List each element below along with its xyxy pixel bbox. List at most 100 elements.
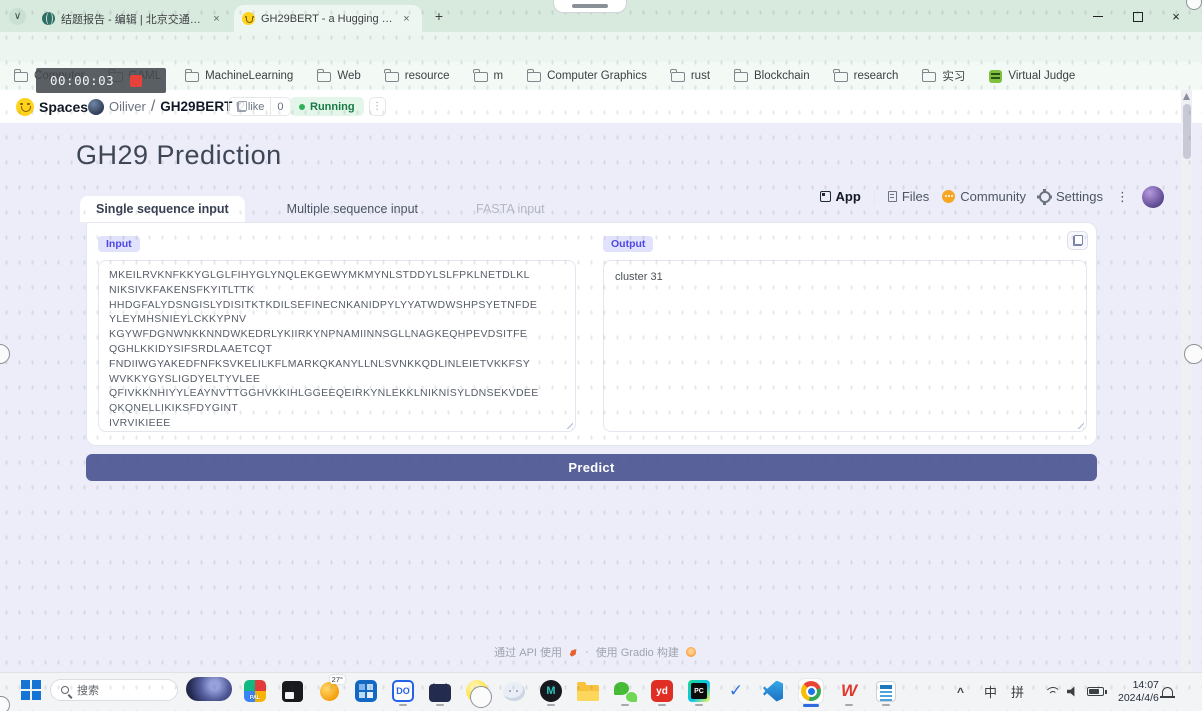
tab-strip-extension-icon[interactable]: ∨	[9, 8, 26, 25]
hf-more-menu[interactable]: ⋮	[1116, 189, 1129, 205]
file-explorer-icon[interactable]	[576, 679, 600, 703]
youdao-icon[interactable]: yd	[650, 679, 674, 703]
spaces-brand[interactable]: Spaces	[39, 99, 88, 115]
folder-icon	[317, 72, 331, 82]
ime-chinese-indicator[interactable]: 中	[984, 672, 997, 711]
start-button[interactable]	[21, 680, 41, 700]
built-with-gradio-link[interactable]: 使用 Gradio 构建	[596, 644, 679, 660]
cat-app-icon[interactable]	[428, 679, 452, 703]
cloud-app-icon[interactable]	[502, 679, 526, 703]
browser-tab-gh29bert[interactable]: GH29BERT - a Hugging Face ×	[234, 5, 422, 32]
status-badge[interactable]: Running	[290, 97, 364, 116]
bookmark-folder-rust[interactable]: rust	[671, 70, 710, 82]
bookmark-folder-computer-graphics[interactable]: Computer Graphics	[527, 70, 647, 82]
predict-button[interactable]: Predict	[86, 454, 1097, 481]
browser-tab-report[interactable]: 结题报告 - 编辑 | 北京交通大学 ×	[34, 5, 232, 32]
capture-app-icon[interactable]	[280, 679, 304, 703]
vscode-icon[interactable]	[761, 679, 785, 703]
ime-pinyin-indicator[interactable]: 拼	[1011, 672, 1024, 711]
resize-grip-icon[interactable]	[1075, 420, 1084, 429]
check-app-icon[interactable]: ✓	[724, 679, 748, 703]
huggingface-favicon-icon	[242, 12, 255, 25]
owner-name[interactable]: Oiliver	[109, 99, 146, 114]
output-value: cluster 31	[604, 261, 1086, 293]
rocket-icon	[567, 646, 580, 659]
tray-expand-button[interactable]: ^	[957, 672, 964, 711]
screen-recorder-overlay: 00:00:03	[36, 68, 166, 93]
sequence-input[interactable]: MKEILRVKNFKKYGLGLFIHYGLYNQLEKGEWYMKMYNLS…	[99, 261, 575, 431]
bookmark-folder-internship[interactable]: 实习	[922, 68, 965, 84]
bookmark-folder-blockchain[interactable]: Blockchain	[734, 70, 810, 82]
widgets-thumbnail[interactable]	[186, 677, 232, 701]
tab-close-icon[interactable]: ×	[209, 11, 224, 26]
input-box: MKEILRVKNFKKYGLGLFIHYGLYNQLEKGEWYMKMYNLS…	[98, 260, 576, 432]
bookmark-folder-research[interactable]: research	[834, 70, 899, 82]
copy-icon	[1073, 235, 1083, 246]
bookmark-folder-resource[interactable]: resource	[385, 70, 450, 82]
tab-fasta-input[interactable]: FASTA input	[460, 196, 561, 222]
wechat-icon[interactable]	[613, 679, 637, 703]
mail-app-icon[interactable]: M	[539, 679, 563, 703]
scrollbar-thumb[interactable]	[1183, 104, 1191, 159]
minimize-icon	[1093, 16, 1103, 18]
tab-app[interactable]: App	[820, 189, 861, 204]
store-app-icon[interactable]	[354, 679, 378, 703]
wifi-icon[interactable]	[1044, 672, 1059, 711]
bookmark-folder-web[interactable]: Web	[317, 70, 360, 82]
globe-favicon-icon	[42, 12, 55, 25]
hf-logo-group[interactable]: Spaces	[16, 90, 88, 123]
nav-divider	[874, 190, 875, 204]
new-tab-button[interactable]: +	[430, 7, 448, 25]
output-label: Output	[603, 236, 653, 252]
pycharm-icon[interactable]: PC	[687, 679, 711, 703]
running-indicator	[882, 704, 890, 707]
repo-name[interactable]: GH29BERT	[160, 99, 232, 114]
like-count[interactable]: 0	[270, 98, 289, 115]
recorder-left-handle[interactable]	[0, 344, 10, 364]
folder-icon	[834, 72, 848, 82]
battery-icon[interactable]	[1087, 672, 1104, 711]
tab-multiple-sequence[interactable]: Multiple sequence input	[271, 196, 434, 222]
gradio-logo-icon	[686, 647, 696, 657]
tab-close-icon[interactable]: ×	[399, 11, 414, 26]
weather-icon[interactable]: 27°	[317, 679, 341, 703]
chrome-icon-active[interactable]	[798, 679, 824, 703]
copy-output-button[interactable]	[1067, 231, 1088, 250]
running-indicator	[658, 704, 666, 707]
record-stop-icon[interactable]	[130, 75, 142, 87]
tab-settings[interactable]: Settings	[1039, 189, 1103, 204]
bookmark-virtual-judge[interactable]: Virtual Judge	[989, 70, 1075, 83]
wps-icon[interactable]: W	[837, 679, 861, 703]
notes-app-icon[interactable]	[874, 679, 898, 703]
notifications-bell-icon[interactable]	[1162, 672, 1173, 711]
browser-toolbar: ← huggingface.co/spaces/Oiliver/GH29BERT…	[0, 32, 1202, 62]
status-menu-button[interactable]: ⋮	[369, 97, 386, 116]
like-button[interactable]: ♡like	[229, 98, 270, 115]
tab-files[interactable]: Files	[888, 189, 929, 204]
page-scrollbar[interactable]	[1181, 90, 1192, 672]
gear-icon	[1039, 191, 1051, 203]
weather-temp: 27°	[330, 675, 345, 684]
bookmark-folder-machinelearning[interactable]: MachineLearning	[185, 70, 293, 82]
volume-icon[interactable]	[1067, 672, 1079, 711]
do-app-icon[interactable]: DO	[391, 679, 415, 703]
app-icon	[820, 191, 831, 202]
tab-community[interactable]: Community	[942, 189, 1026, 204]
window-close-button[interactable]: ×	[1161, 8, 1191, 25]
recorder-top-handle[interactable]	[553, 0, 627, 13]
owner-avatar[interactable]	[88, 99, 104, 115]
use-via-api-link[interactable]: 通过 API 使用	[494, 644, 562, 660]
bookmark-label: Blockchain	[754, 70, 810, 82]
window-restore-button[interactable]	[1123, 8, 1153, 25]
pal-app-icon[interactable]: PAL	[243, 679, 267, 703]
tab-single-sequence[interactable]: Single sequence input	[80, 196, 245, 222]
clock-widget[interactable]: 14:072024/4/6	[1118, 672, 1159, 711]
window-minimize-button[interactable]	[1083, 8, 1113, 25]
recorder-right-handle[interactable]	[1184, 344, 1202, 364]
bookmark-folder-m[interactable]: m	[474, 70, 504, 82]
recorder-bottom-handle[interactable]	[470, 686, 492, 708]
folder-icon	[734, 72, 748, 82]
bookmark-label: 实习	[942, 68, 965, 84]
hf-user-avatar[interactable]	[1142, 186, 1164, 208]
taskbar-search[interactable]: 搜索	[50, 679, 178, 701]
